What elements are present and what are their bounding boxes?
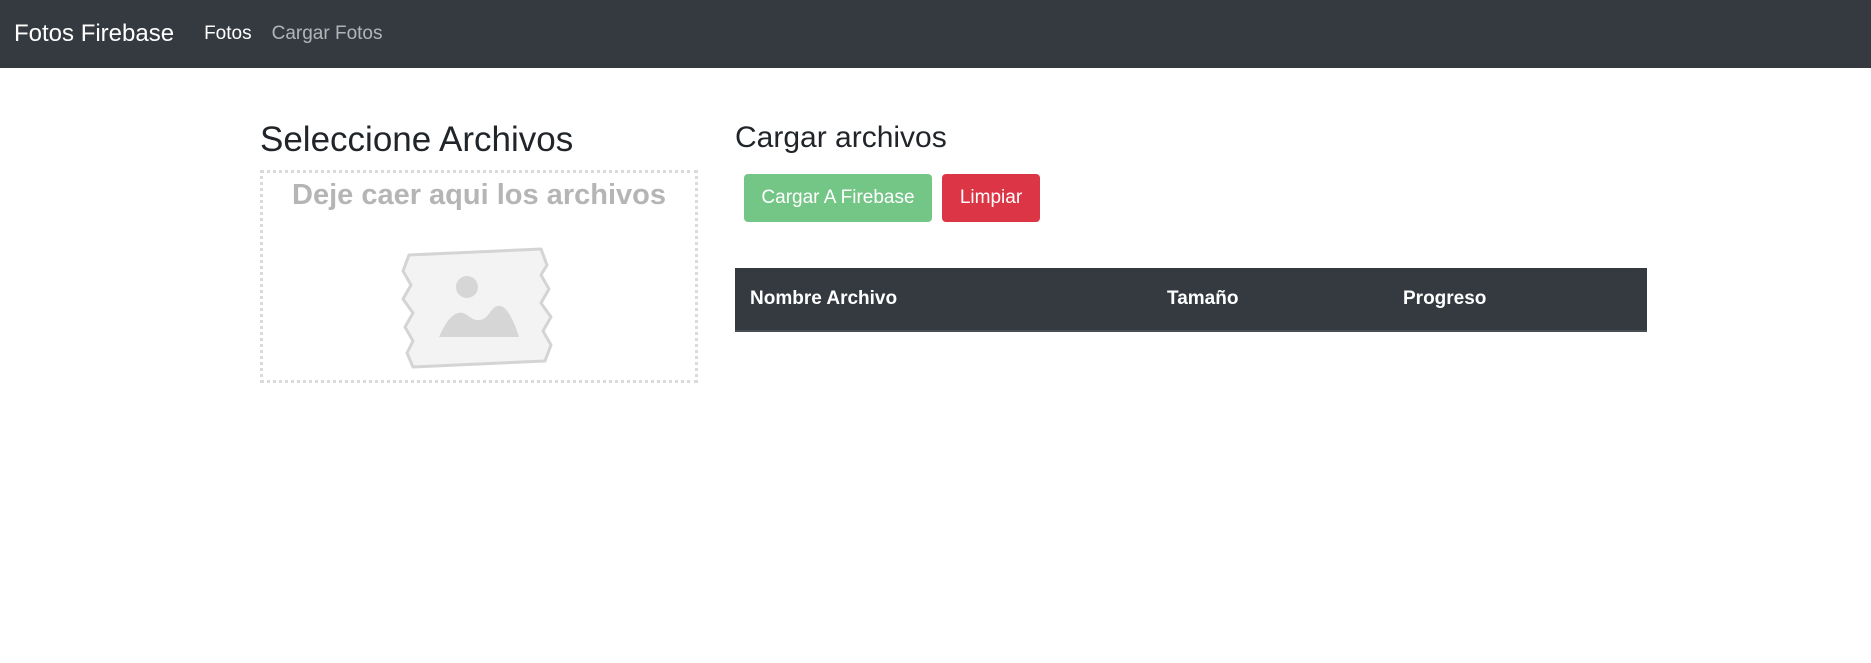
navbar: Fotos Firebase Fotos Cargar Fotos — [0, 0, 1871, 68]
column-header-progress: Progreso — [1388, 268, 1647, 332]
select-files-title: Seleccione Archivos — [260, 120, 574, 159]
header-row: Nombre Archivo Tamaño Progreso — [735, 268, 1647, 332]
navbar-brand[interactable]: Fotos Firebase — [14, 20, 174, 48]
drop-zone-text: Deje caer aqui los archivos — [292, 179, 666, 211]
upload-section: Cargar archivos Cargar A Firebase Limpia… — [735, 120, 1647, 332]
button-row: Cargar A Firebase Limpiar — [744, 174, 1647, 222]
column-header-file-name: Nombre Archivo — [735, 268, 1152, 332]
clear-button[interactable]: Limpiar — [942, 174, 1040, 222]
file-select-section: Seleccione Archivos Deje caer aqui los a… — [260, 120, 698, 383]
nav-link-fotos[interactable]: Fotos — [204, 23, 252, 45]
files-table-header: Nombre Archivo Tamaño Progreso — [735, 268, 1647, 332]
upload-to-firebase-button[interactable]: Cargar A Firebase — [744, 174, 932, 222]
drop-zone[interactable]: Deje caer aqui los archivos — [260, 170, 698, 383]
image-placeholder-icon — [401, 247, 553, 369]
column-header-size: Tamaño — [1152, 268, 1388, 332]
nav-link-cargar-fotos[interactable]: Cargar Fotos — [272, 23, 383, 45]
files-table: Nombre Archivo Tamaño Progreso — [735, 268, 1647, 332]
upload-files-title: Cargar archivos — [735, 121, 947, 154]
